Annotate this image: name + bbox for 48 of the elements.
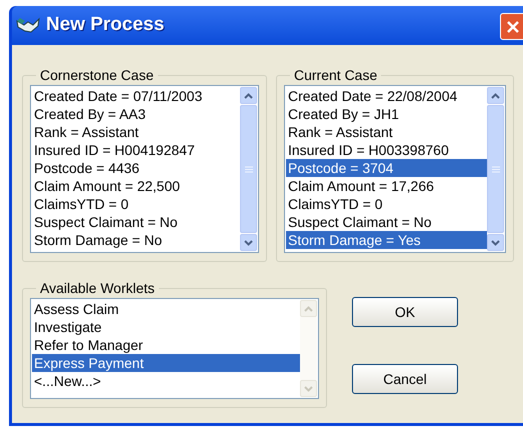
scrollbar-thumb[interactable] <box>487 105 504 233</box>
list-item[interactable]: Investigate <box>32 318 300 336</box>
list-item[interactable]: ClaimsYTD = 0 <box>32 195 240 213</box>
close-button[interactable] <box>500 13 523 40</box>
group-label: Cornerstone Case <box>39 67 155 83</box>
chevron-down-icon <box>244 240 253 246</box>
list-item[interactable]: Storm Damage = No <box>32 231 240 249</box>
list-item[interactable]: Postcode = 3704 <box>286 159 487 177</box>
list-item[interactable]: Rank = Assistant <box>286 123 487 141</box>
list-item[interactable]: Claim Amount = 17,266 <box>286 177 487 195</box>
list-item[interactable]: Created Date = 07/11/2003 <box>32 87 240 105</box>
group-label: Available Worklets <box>39 280 156 296</box>
list-item[interactable]: Suspect Claimant = No <box>286 213 487 231</box>
list-item[interactable]: <...New...> <box>32 372 300 390</box>
list-item[interactable]: ClaimsYTD = 0 <box>286 195 487 213</box>
group-label: Current Case <box>293 67 378 83</box>
list-item[interactable]: Insured ID = H003398760 <box>286 141 487 159</box>
scroll-up-button[interactable] <box>487 87 504 104</box>
scroll-down-button[interactable] <box>487 234 504 251</box>
list-item[interactable]: Refer to Manager <box>32 336 300 354</box>
list-box[interactable]: Assess Claim Investigate Refer to Manager Express Payment <...New...> <box>30 298 319 399</box>
list-item[interactable]: Suspect Claimant = No <box>32 213 240 231</box>
list-item[interactable]: Created Date = 22/08/2004 <box>286 87 487 105</box>
grip-icon <box>244 166 252 172</box>
list-item[interactable]: Express Payment <box>32 354 300 372</box>
chevron-up-icon <box>491 92 500 98</box>
list-item[interactable]: Created By = AA3 <box>32 105 240 123</box>
dialog-button[interactable]: Cancel <box>352 364 458 394</box>
list-item[interactable]: Assess Claim <box>32 300 300 318</box>
chevron-down-icon <box>304 386 313 392</box>
chevron-up-icon <box>304 306 313 312</box>
scrollbar-thumb[interactable] <box>240 105 257 233</box>
chevron-down-icon <box>491 240 500 246</box>
list-item[interactable]: Storm Damage = Yes <box>286 231 487 249</box>
scroll-up-button[interactable] <box>240 87 257 104</box>
chevron-up-icon <box>244 92 253 98</box>
window-title: New Process <box>46 13 164 38</box>
scroll-down-button[interactable] <box>240 234 257 251</box>
list-box[interactable]: Created Date = 22/08/2004 Created By = JH1 Rank = Assistant Insured ID = H003398760 Postcode = 3704 Claim Amount = 17,266 ClaimsYTD = 0 Suspect Claimant = No Storm Damage = Yes <box>284 85 506 253</box>
list-item[interactable]: Insured ID = H004192847 <box>32 141 240 159</box>
list-box[interactable]: Created Date = 07/11/2003 Created By = AA3 Rank = Assistant Insured ID = H004192847 Postcode = 4436 Claim Amount = 22,500 ClaimsYTD = 0 Suspect Claimant = No Storm Damage = No <box>30 85 259 253</box>
list-item[interactable]: Claim Amount = 22,500 <box>32 177 240 195</box>
list-item[interactable]: Rank = Assistant <box>32 123 240 141</box>
list-item[interactable]: Created By = JH1 <box>286 105 487 123</box>
list-item[interactable]: Postcode = 4436 <box>32 159 240 177</box>
close-icon <box>506 20 520 34</box>
dialog-button[interactable]: OK <box>352 297 458 327</box>
grip-icon <box>492 166 500 172</box>
